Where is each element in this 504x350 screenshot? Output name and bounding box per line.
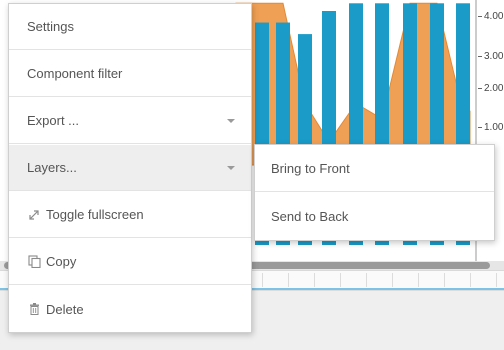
menu-item-label: Settings [27, 19, 74, 34]
submenu-item-bring-to-front[interactable]: Bring to Front [255, 145, 494, 192]
y-tick-label: 1.00 [478, 122, 503, 133]
menu-item-toggle-fullscreen[interactable]: Toggle fullscreen [9, 192, 251, 238]
timeline-tick [314, 273, 315, 287]
chevron-down-icon [227, 118, 235, 123]
layers-submenu: Bring to Front Send to Back [254, 144, 495, 241]
timeline-tick [340, 273, 341, 287]
submenu-item-send-to-back[interactable]: Send to Back [255, 193, 494, 240]
timeline-tick [392, 273, 393, 287]
trash-icon [27, 302, 41, 316]
menu-item-layers[interactable]: Layers... [9, 145, 251, 191]
menu-item-export[interactable]: Export ... [9, 98, 251, 144]
submenu-item-label: Send to Back [271, 209, 349, 224]
y-tick-label: 3.00 [478, 51, 503, 62]
context-menu: Settings Component filter Export ... Lay… [8, 3, 252, 333]
timeline-tick [418, 273, 419, 287]
copy-icon [27, 255, 41, 269]
dashboard-canvas: 4.00 3.00 2.00 1.00 00 Settings Componen… [0, 0, 504, 350]
menu-item-label: Component filter [27, 66, 123, 81]
menu-item-label: Delete [46, 301, 84, 317]
menu-item-copy[interactable]: Copy [9, 239, 251, 285]
timeline-tick [444, 273, 445, 287]
menu-item-label: Export ... [27, 113, 80, 128]
menu-item-label: Toggle fullscreen [46, 207, 144, 222]
menu-item-component-filter[interactable]: Component filter [9, 51, 251, 97]
y-tick-label: 4.00 [478, 11, 503, 22]
submenu-item-label: Bring to Front [271, 160, 350, 176]
menu-item-label: Copy [46, 254, 77, 269]
timeline-tick [288, 273, 289, 287]
menu-item-settings[interactable]: Settings [9, 4, 251, 50]
menu-item-delete[interactable]: Delete [9, 286, 251, 332]
expand-icon [27, 208, 41, 222]
timeline-tick [262, 273, 263, 287]
menu-item-label: Layers... [27, 160, 77, 175]
chevron-down-icon [227, 165, 235, 170]
timeline-tick [470, 273, 471, 287]
timeline-tick [496, 273, 497, 287]
timeline-tick [366, 273, 367, 287]
y-tick-label: 2.00 [478, 83, 503, 94]
